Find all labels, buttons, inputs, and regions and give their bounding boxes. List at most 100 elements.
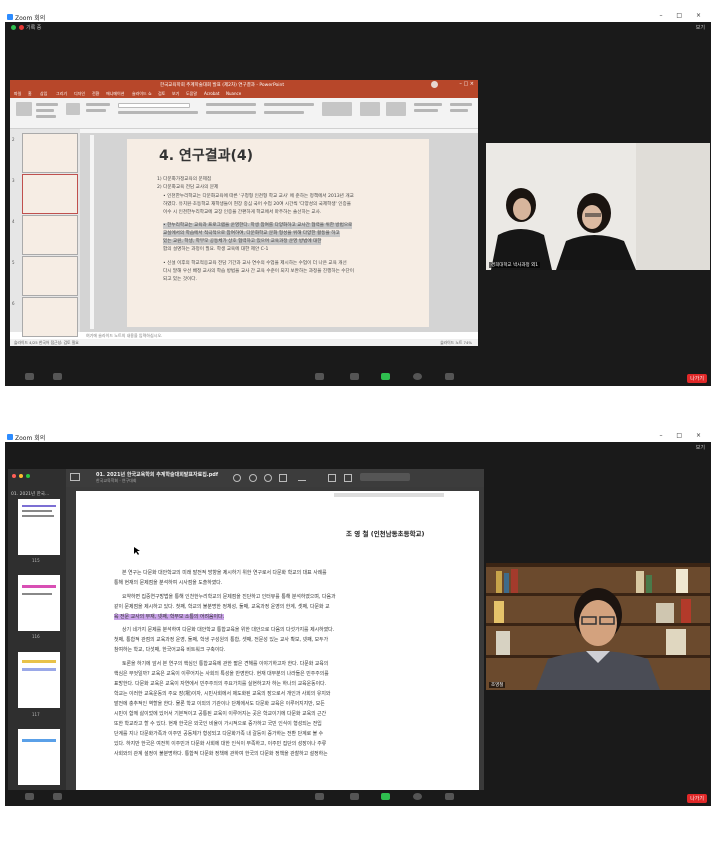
zoom-dot-icon[interactable] bbox=[26, 474, 30, 478]
zoom-in-icon[interactable] bbox=[264, 474, 272, 482]
ppt-title: 한국교육학회 추계학술대회 발표 (제2차) 연구결과 - PowerPoint bbox=[160, 83, 285, 88]
ribbon-control[interactable] bbox=[86, 103, 110, 106]
video-icon[interactable] bbox=[53, 793, 62, 800]
zoom-window-bottom: Zoom 회의 – □ × 보기 01. 2021년 한국... 115 116 bbox=[5, 432, 711, 806]
slide-thumbnail[interactable] bbox=[22, 215, 78, 255]
ppt-window-controls[interactable]: – □ × bbox=[459, 81, 474, 87]
ribbon-tab[interactable]: 삽입 bbox=[40, 91, 47, 97]
ribbon-tab[interactable]: 홈 bbox=[28, 91, 32, 97]
quick-styles-icon[interactable] bbox=[386, 102, 406, 116]
user-avatar[interactable] bbox=[431, 81, 438, 88]
new-slide-icon[interactable] bbox=[66, 103, 80, 115]
minimize-dot-icon[interactable] bbox=[19, 474, 23, 478]
share-screen-icon[interactable] bbox=[381, 793, 390, 800]
ribbon-tab[interactable]: Nuance bbox=[226, 91, 241, 96]
slide-thumbnail[interactable] bbox=[22, 133, 78, 173]
ribbon-control[interactable] bbox=[36, 115, 56, 118]
ribbon-control[interactable] bbox=[36, 103, 58, 106]
page-thumbnail[interactable] bbox=[18, 499, 60, 555]
paragraph-controls[interactable] bbox=[206, 103, 256, 106]
window-controls[interactable]: – □ × bbox=[659, 12, 707, 19]
close-dot-icon[interactable] bbox=[12, 474, 16, 478]
participants-icon[interactable] bbox=[315, 793, 324, 800]
slide-text-line: • 인천한누리학교는 다문화교육에 따른 '구청형 인천형 학교 교사' 에 준… bbox=[163, 194, 354, 199]
ribbon-tab[interactable]: 애니메이션 bbox=[106, 91, 124, 97]
share-icon[interactable] bbox=[279, 474, 287, 482]
chat-icon[interactable] bbox=[350, 373, 359, 380]
ribbon-control[interactable] bbox=[264, 111, 304, 114]
text-direction-controls[interactable] bbox=[264, 103, 314, 106]
shapes-gallery[interactable] bbox=[322, 102, 352, 116]
zoom-out-icon[interactable] bbox=[249, 474, 257, 482]
view-button[interactable]: 보기 bbox=[696, 24, 705, 31]
font-name-box[interactable] bbox=[118, 103, 190, 108]
end-meeting-button[interactable]: 나가기 bbox=[687, 794, 707, 803]
record-icon[interactable] bbox=[413, 373, 422, 380]
paste-icon[interactable] bbox=[16, 102, 32, 116]
current-slide[interactable]: 4. 연구결과(4) 1) 다문화가정교육의 문제점 2) 다문화교육 전담 교… bbox=[127, 139, 429, 327]
status-right[interactable]: 슬라이드 노트 74% bbox=[440, 340, 472, 346]
rotate-icon[interactable] bbox=[328, 474, 336, 482]
slide-text-line: 이수 시 인천한누리학교에 교장 인증을 간편하게 학교에서 마주하는 솔선하는… bbox=[163, 210, 322, 215]
participant-name: 조영철 bbox=[489, 682, 506, 688]
shared-screen-pdf-viewer: 01. 2021년 한국... 115 116 117 01. 2021년 한국… bbox=[8, 469, 484, 806]
chat-icon[interactable] bbox=[350, 793, 359, 800]
pdf-filename: 01. 2021년 한국교육학회 추계학술대회발표자료집.pdf bbox=[96, 472, 219, 478]
mute-icon[interactable] bbox=[25, 793, 34, 800]
window-controls[interactable]: – □ × bbox=[659, 432, 707, 439]
slide-thumbnail[interactable] bbox=[22, 297, 78, 337]
record-icon[interactable] bbox=[413, 793, 422, 800]
ribbon-control[interactable] bbox=[414, 109, 438, 112]
ribbon-tab[interactable]: 전환 bbox=[92, 91, 99, 97]
view-button[interactable]: 보기 bbox=[696, 444, 705, 451]
ribbon-tab[interactable]: 보기 bbox=[172, 91, 179, 97]
ribbon-tab[interactable]: 디자인 bbox=[74, 91, 85, 97]
slide-title: 4. 연구결과(4) bbox=[159, 148, 253, 164]
security-shield-icon[interactable] bbox=[11, 25, 16, 30]
annotate-icon[interactable] bbox=[344, 474, 352, 482]
ribbon-tab[interactable]: Acrobat bbox=[204, 91, 219, 96]
arrange-icon[interactable] bbox=[360, 102, 380, 116]
zoom-window-top: Zoom 회의 – □ × 기록 중 보기 한국교육학회 추계학술대회 발표 (… bbox=[5, 12, 711, 386]
ribbon-tab[interactable]: 검토 bbox=[158, 91, 165, 97]
slide-text-line: 1) 다문화가정교육의 문제점 bbox=[157, 177, 212, 182]
ribbon-tab[interactable]: 파일 bbox=[14, 91, 21, 97]
slide-highlighted-line: • 한누리학교는 교육과 프로그램을 운영한다. 학생 참여를 다양화하고 교사… bbox=[163, 223, 353, 229]
ribbon-control[interactable] bbox=[414, 103, 442, 106]
ribbon-control[interactable] bbox=[36, 109, 54, 112]
author-line: 조 영 철 (인천남동초등학교) bbox=[346, 530, 425, 538]
mute-icon[interactable] bbox=[25, 373, 34, 380]
ribbon-tab[interactable]: 그리기 bbox=[56, 91, 67, 97]
participant-video-image bbox=[486, 563, 710, 690]
font-format-controls[interactable] bbox=[118, 111, 198, 114]
ppt-ribbon-tabs: 파일 홈 삽입 그리기 디자인 전환 애니메이션 슬라이드 쇼 검토 보기 도움… bbox=[10, 89, 478, 98]
video-icon[interactable] bbox=[53, 373, 62, 380]
ribbon-tab[interactable]: 도움말 bbox=[186, 91, 197, 97]
ribbon-tab[interactable]: 슬라이드 쇼 bbox=[132, 91, 152, 97]
page-thumbnail[interactable] bbox=[18, 729, 60, 785]
slide-text-line: 되고 있는 것이다. bbox=[163, 277, 197, 282]
page-thumbnail[interactable] bbox=[18, 652, 60, 708]
reactions-icon[interactable] bbox=[445, 793, 454, 800]
end-meeting-button[interactable]: 나가기 bbox=[687, 374, 707, 383]
participant-video[interactable]: 조영철 bbox=[486, 563, 710, 690]
participant-video[interactable]: 경희대학교 박사과정 외1 bbox=[486, 143, 710, 270]
reactions-icon[interactable] bbox=[445, 373, 454, 380]
paragraph-controls[interactable] bbox=[206, 111, 256, 114]
search-field[interactable] bbox=[360, 473, 410, 481]
markup-pen-icon[interactable] bbox=[298, 474, 306, 481]
info-icon[interactable] bbox=[233, 474, 241, 482]
pdf-subtitle: 한국교육학회 · 연구대회 bbox=[96, 478, 137, 483]
page-thumbnail[interactable] bbox=[18, 575, 60, 631]
share-screen-icon[interactable] bbox=[381, 373, 390, 380]
page-number: 117 bbox=[32, 712, 40, 717]
vertical-ruler bbox=[90, 135, 94, 329]
slide-thumbnail-selected[interactable] bbox=[22, 174, 78, 214]
editing-controls[interactable] bbox=[450, 109, 468, 112]
editing-controls[interactable] bbox=[450, 103, 472, 106]
pdf-text-line: 사회와의 관계 설정이 불분명하다. 통합적 다문화 정책에 관하여 한국의 다… bbox=[114, 751, 328, 757]
sidebar-toggle-icon[interactable] bbox=[70, 473, 80, 481]
ribbon-control[interactable] bbox=[86, 109, 106, 112]
slide-thumbnail[interactable] bbox=[22, 256, 78, 296]
participants-icon[interactable] bbox=[315, 373, 324, 380]
